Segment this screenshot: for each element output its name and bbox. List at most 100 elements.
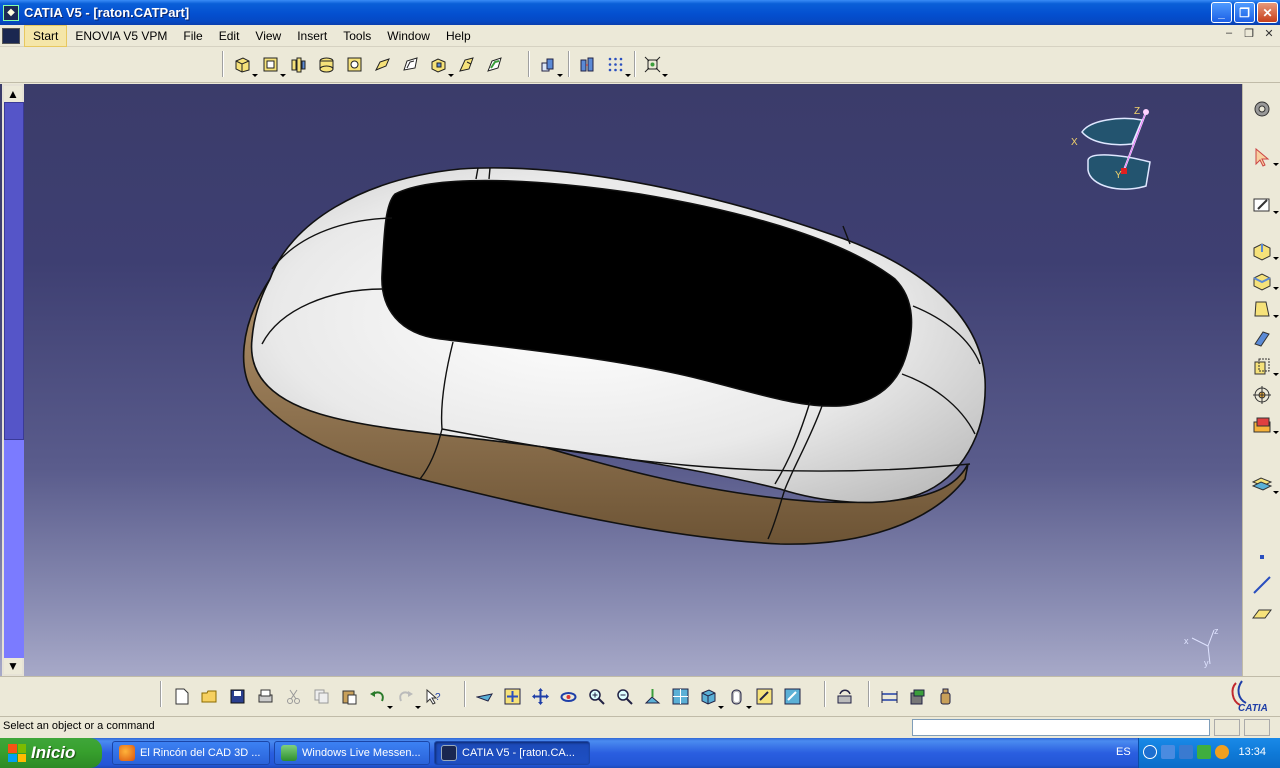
- catia-app-icon[interactable]: ◆: [3, 4, 19, 21]
- isometric-view-icon[interactable]: [697, 685, 724, 709]
- pad-icon[interactable]: [231, 53, 258, 77]
- multi-view-icon[interactable]: [669, 685, 693, 709]
- measure-item-icon[interactable]: [906, 685, 930, 709]
- minimize-button[interactable]: _: [1211, 2, 1232, 23]
- save-icon[interactable]: [226, 685, 250, 709]
- slot-icon[interactable]: [399, 53, 423, 77]
- snap-to-point-icon[interactable]: [641, 53, 668, 77]
- taskbar-item-catia[interactable]: CATIA V5 - [raton.CA...: [434, 741, 590, 765]
- menu-file[interactable]: File: [175, 26, 210, 46]
- measure-target-icon[interactable]: [1251, 384, 1273, 406]
- zoom-in-icon[interactable]: [585, 685, 609, 709]
- messenger-tray-icon[interactable]: [1197, 745, 1211, 759]
- workbench-icon[interactable]: [2, 27, 20, 44]
- hide-show-icon[interactable]: [753, 685, 777, 709]
- shaft-icon[interactable]: [287, 53, 311, 77]
- rotate-icon[interactable]: [557, 685, 581, 709]
- stiffener-icon[interactable]: [427, 53, 454, 77]
- whats-this-help-icon[interactable]: ?: [422, 685, 446, 709]
- axis-y-label: y: [1204, 658, 1209, 668]
- update-tray-icon[interactable]: [1215, 745, 1229, 759]
- network-2-icon[interactable]: [1179, 745, 1193, 759]
- taskbar-item-messenger[interactable]: Windows Live Messen...: [274, 741, 430, 765]
- open-folder-icon[interactable]: [198, 685, 222, 709]
- document-restore-button[interactable]: ❐: [1242, 27, 1256, 40]
- draft-icon[interactable]: [1251, 298, 1279, 320]
- toolbar-separator: [160, 681, 162, 707]
- document-close-button[interactable]: ✕: [1262, 27, 1276, 40]
- compass-z-label: Z: [1134, 106, 1140, 117]
- split-icon[interactable]: [1251, 414, 1279, 436]
- power-input-button[interactable]: [1214, 719, 1240, 736]
- sketcher-icon[interactable]: [1251, 194, 1279, 216]
- menu-enovia[interactable]: ENOVIA V5 VPM: [67, 26, 175, 46]
- taskbar-item-label: CATIA V5 - [raton.CA...: [462, 747, 575, 759]
- normal-view-icon[interactable]: [641, 685, 665, 709]
- chamfer-icon[interactable]: [1251, 270, 1279, 292]
- network-icon[interactable]: [1161, 745, 1175, 759]
- pocket-icon[interactable]: [259, 53, 286, 77]
- 3d-compass-widget[interactable]: X Y Z: [1060, 102, 1170, 200]
- gear-icon[interactable]: [1251, 98, 1273, 120]
- select-arrow-icon[interactable]: [1251, 146, 1279, 168]
- sketch-based-features-toolbar: [0, 47, 1280, 83]
- point-icon[interactable]: [1251, 546, 1273, 568]
- cut-icon[interactable]: [282, 685, 306, 709]
- menu-view[interactable]: View: [247, 26, 289, 46]
- new-document-icon[interactable]: [170, 685, 194, 709]
- plane-icon[interactable]: [1251, 602, 1273, 624]
- grid-icon[interactable]: [604, 53, 631, 77]
- print-icon[interactable]: [254, 685, 278, 709]
- removed-multi-sections-icon[interactable]: [483, 53, 507, 77]
- multi-sections-solid-icon[interactable]: [455, 53, 479, 77]
- document-minimize-button[interactable]: –: [1222, 27, 1236, 40]
- pan-icon[interactable]: [529, 685, 553, 709]
- restore-button[interactable]: ❐: [1234, 2, 1255, 23]
- update-part-icon[interactable]: [833, 685, 857, 709]
- clock: 13:34: [1238, 746, 1266, 758]
- measure-inertia-icon[interactable]: [934, 685, 958, 709]
- swap-visible-space-icon[interactable]: [781, 685, 805, 709]
- mouse-part-model[interactable]: [0, 84, 1242, 676]
- power-input-clear-button[interactable]: [1244, 719, 1270, 736]
- menu-help[interactable]: Help: [438, 26, 479, 46]
- groove-icon[interactable]: [315, 53, 339, 77]
- firefox-icon: [119, 745, 135, 761]
- zoom-out-icon[interactable]: [613, 685, 637, 709]
- surface-layers-icon[interactable]: [1251, 474, 1279, 496]
- status-bar: Select an object or a command: [0, 716, 1280, 738]
- shading-with-edges-icon[interactable]: [725, 685, 752, 709]
- copy-icon[interactable]: [310, 685, 334, 709]
- messenger-icon: [281, 745, 297, 761]
- apply-material-icon[interactable]: [536, 53, 563, 77]
- transformation-icon[interactable]: [1251, 356, 1279, 378]
- hole-icon[interactable]: [343, 53, 367, 77]
- show-hidden-icons-icon[interactable]: [1143, 745, 1157, 759]
- close-button[interactable]: ✕: [1257, 2, 1278, 23]
- toolbar-separator: [868, 681, 870, 707]
- edge-fillet-icon[interactable]: [1251, 240, 1279, 262]
- start-menu-button[interactable]: Inicio: [0, 738, 102, 768]
- undo-icon[interactable]: [366, 685, 393, 709]
- toolbar-separator: [824, 681, 826, 707]
- 3d-viewport[interactable]: ▲ ▼ X Y Z x z y: [0, 84, 1242, 676]
- menu-tools[interactable]: Tools: [335, 26, 379, 46]
- measure-between-icon[interactable]: [878, 685, 902, 709]
- menu-insert[interactable]: Insert: [289, 26, 335, 46]
- taskbar-item-firefox[interactable]: El Rincón del CAD 3D ...: [112, 741, 270, 765]
- menu-window[interactable]: Window: [379, 26, 438, 46]
- window-title: CATIA V5 - [raton.CATPart]: [24, 5, 190, 20]
- menu-start[interactable]: Start: [24, 24, 68, 47]
- redo-icon[interactable]: [394, 685, 421, 709]
- line-icon[interactable]: [1251, 574, 1273, 596]
- fit-all-in-icon[interactable]: [501, 685, 525, 709]
- paste-icon[interactable]: [338, 685, 362, 709]
- language-indicator[interactable]: ES: [1116, 746, 1131, 758]
- power-input-field[interactable]: [912, 719, 1210, 736]
- menu-edit[interactable]: Edit: [211, 26, 248, 46]
- right-toolbar: [1242, 84, 1280, 676]
- shell-icon[interactable]: [1251, 328, 1273, 350]
- fly-mode-icon[interactable]: [473, 685, 497, 709]
- rib-icon[interactable]: [371, 53, 395, 77]
- 3d-compass-icon[interactable]: [576, 53, 600, 77]
